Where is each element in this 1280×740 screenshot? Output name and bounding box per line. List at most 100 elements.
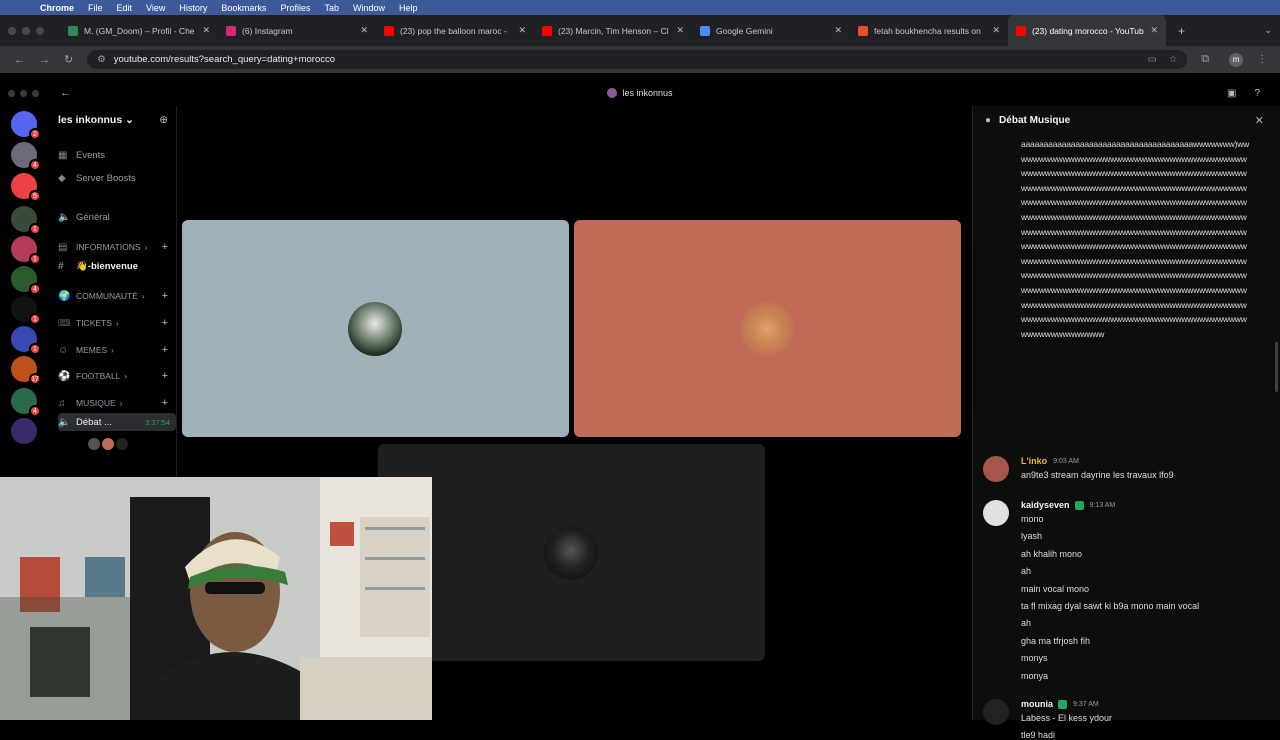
channel-label[interactable]: MEMES [76, 345, 107, 355]
channel-category[interactable]: ☺ MEMES › + [58, 341, 176, 359]
voice-user-avatar[interactable] [102, 438, 114, 450]
server-icon[interactable]: 17 [11, 356, 41, 385]
channel-label[interactable]: Général [76, 212, 110, 223]
close-tab-icon[interactable]: ✕ [834, 25, 842, 36]
site-info-icon[interactable]: ⚙ [97, 54, 106, 65]
close-window-icon[interactable] [8, 26, 16, 35]
menu-window[interactable]: Window [353, 3, 385, 13]
server-icon[interactable]: 4 [11, 142, 41, 171]
add-channel-icon[interactable]: + [162, 370, 168, 382]
tab-title[interactable]: fetah boukhencha results on [874, 26, 986, 36]
channel-label[interactable]: Débat ... [76, 417, 112, 428]
extensions-icon[interactable]: ⧉ [1201, 53, 1209, 66]
close-icon[interactable]: ✕ [1255, 114, 1264, 127]
channel-item[interactable]: # 👋-bienvenue [58, 257, 176, 275]
close-tab-icon[interactable]: ✕ [676, 25, 684, 36]
channel-item[interactable]: 🔈 Débat ... 3:37:54 [58, 413, 176, 431]
add-channel-icon[interactable]: + [162, 241, 168, 253]
reload-icon[interactable]: ↻ [64, 53, 73, 66]
minimize-window-icon[interactable] [22, 26, 30, 35]
channel-label[interactable]: Events [76, 150, 105, 161]
server-name[interactable]: les inkonnus [58, 114, 122, 126]
back-arrow-icon[interactable]: ← [14, 54, 25, 66]
browser-tab[interactable]: (23) dating morocco - YouTub ✕ [1008, 15, 1166, 46]
browser-tab[interactable]: (6) Instagram ✕ [218, 15, 376, 46]
browser-tab[interactable]: Google Gemini ✕ [692, 15, 850, 46]
author-name[interactable]: L'inko [1021, 456, 1047, 466]
close-tab-icon[interactable]: ✕ [992, 25, 1000, 36]
server-icon[interactable] [11, 418, 37, 444]
channel-label[interactable]: 👋-bienvenue [76, 261, 138, 272]
add-channel-icon[interactable]: + [162, 344, 168, 356]
channel-item[interactable]: ▦ Events [58, 146, 176, 164]
chevron-down-icon[interactable]: ⌄ [125, 114, 134, 126]
scrollbar[interactable] [1275, 342, 1278, 392]
browser-tab[interactable]: fetah boukhencha results on ✕ [850, 15, 1008, 46]
new-tab-icon[interactable]: + [1178, 24, 1185, 38]
server-icon[interactable]: 4 [11, 388, 41, 417]
close-tab-icon[interactable]: ✕ [518, 25, 526, 36]
menu-edit[interactable]: Edit [117, 3, 133, 13]
avatar[interactable] [983, 456, 1009, 482]
channel-category[interactable]: ▤ INFORMATIONS › + [58, 238, 176, 256]
menu-history[interactable]: History [179, 3, 207, 13]
channel-item[interactable]: ◆ Server Boosts [58, 169, 176, 187]
channel-category[interactable]: ⚽ FOOTBALL › + [58, 367, 176, 385]
menu-bookmarks[interactable]: Bookmarks [221, 3, 266, 13]
channel-label[interactable]: MUSIQUE [76, 398, 116, 408]
inbox-icon[interactable]: ▣ [1227, 88, 1236, 99]
add-channel-icon[interactable]: + [162, 290, 168, 302]
invite-people-icon[interactable]: ⊕ [159, 114, 168, 126]
menu-tab[interactable]: Tab [324, 3, 339, 13]
profile-avatar[interactable]: m [1229, 52, 1244, 67]
channel-label[interactable]: TICKETS [76, 318, 112, 328]
tab-search-icon[interactable]: ⌄ [1264, 25, 1272, 36]
menu-profiles[interactable]: Profiles [280, 3, 310, 13]
channel-category[interactable]: 🎟 TICKETS › + [58, 314, 176, 332]
avatar[interactable] [983, 699, 1009, 725]
browser-tab[interactable]: (23) Marcin, Tim Henson – Cl ✕ [534, 15, 692, 46]
chrome-menu-icon[interactable]: ⋮ [1257, 54, 1267, 65]
server-icon[interactable]: 1 [11, 206, 41, 235]
cast-icon[interactable]: ▭ [1148, 54, 1157, 65]
tab-title[interactable]: (23) Marcin, Tim Henson – Cl [558, 26, 670, 36]
voice-user-avatar[interactable] [88, 438, 100, 450]
server-icon[interactable]: 4 [11, 266, 41, 295]
browser-tab[interactable]: (23) pop the balloon maroc - ✕ [376, 15, 534, 46]
help-icon[interactable]: ? [1254, 88, 1260, 99]
forward-arrow-icon[interactable]: → [39, 54, 50, 66]
menu-help[interactable]: Help [399, 3, 418, 13]
tab-title[interactable]: (6) Instagram [242, 26, 354, 36]
close-tab-icon[interactable]: ✕ [202, 25, 210, 36]
zoom-window-icon[interactable] [36, 26, 44, 35]
server-header[interactable]: les inkonnus ⌄ ⊕ [48, 106, 176, 134]
menu-file[interactable]: File [88, 3, 103, 13]
url-bar[interactable]: ⚙ youtube.com/results?search_query=datin… [87, 50, 1188, 69]
server-icon[interactable]: 5 [11, 173, 41, 202]
channel-category[interactable]: ♫ MUSIQUE › + [58, 394, 176, 412]
avatar[interactable] [983, 500, 1009, 526]
author-name[interactable]: mounia [1021, 699, 1053, 709]
server-icon[interactable]: 1 [11, 296, 41, 325]
voice-user-avatar[interactable] [116, 438, 128, 450]
add-channel-icon[interactable]: + [162, 317, 168, 329]
channel-item[interactable]: 🔈 Général [58, 208, 176, 226]
tab-title[interactable]: M. (GM_Doom) – Profil - Che [84, 26, 196, 36]
bookmark-star-icon[interactable]: ☆ [1169, 54, 1178, 65]
server-icon[interactable]: 1 [11, 236, 41, 265]
url-text[interactable]: youtube.com/results?search_query=dating+… [114, 54, 335, 65]
back-arrow-icon[interactable]: ← [60, 87, 71, 99]
tab-title[interactable]: (23) pop the balloon maroc - [400, 26, 512, 36]
add-channel-icon[interactable]: + [162, 397, 168, 409]
channel-category[interactable]: 🌍 COMMUNAUTÉ › + [58, 287, 176, 305]
channel-label[interactable]: Server Boosts [76, 173, 136, 184]
server-icon[interactable]: 1 [11, 326, 41, 355]
tab-title[interactable]: (23) dating morocco - YouTub [1032, 26, 1144, 36]
author-name[interactable]: kaidyseven [1021, 500, 1070, 510]
menu-view[interactable]: View [146, 3, 165, 13]
tab-title[interactable]: Google Gemini [716, 26, 828, 36]
channel-label[interactable]: INFORMATIONS [76, 242, 141, 252]
close-tab-icon[interactable]: ✕ [1150, 25, 1158, 36]
channel-label[interactable]: COMMUNAUTÉ [76, 291, 138, 301]
discord-home-icon[interactable]: 2 [11, 111, 41, 140]
